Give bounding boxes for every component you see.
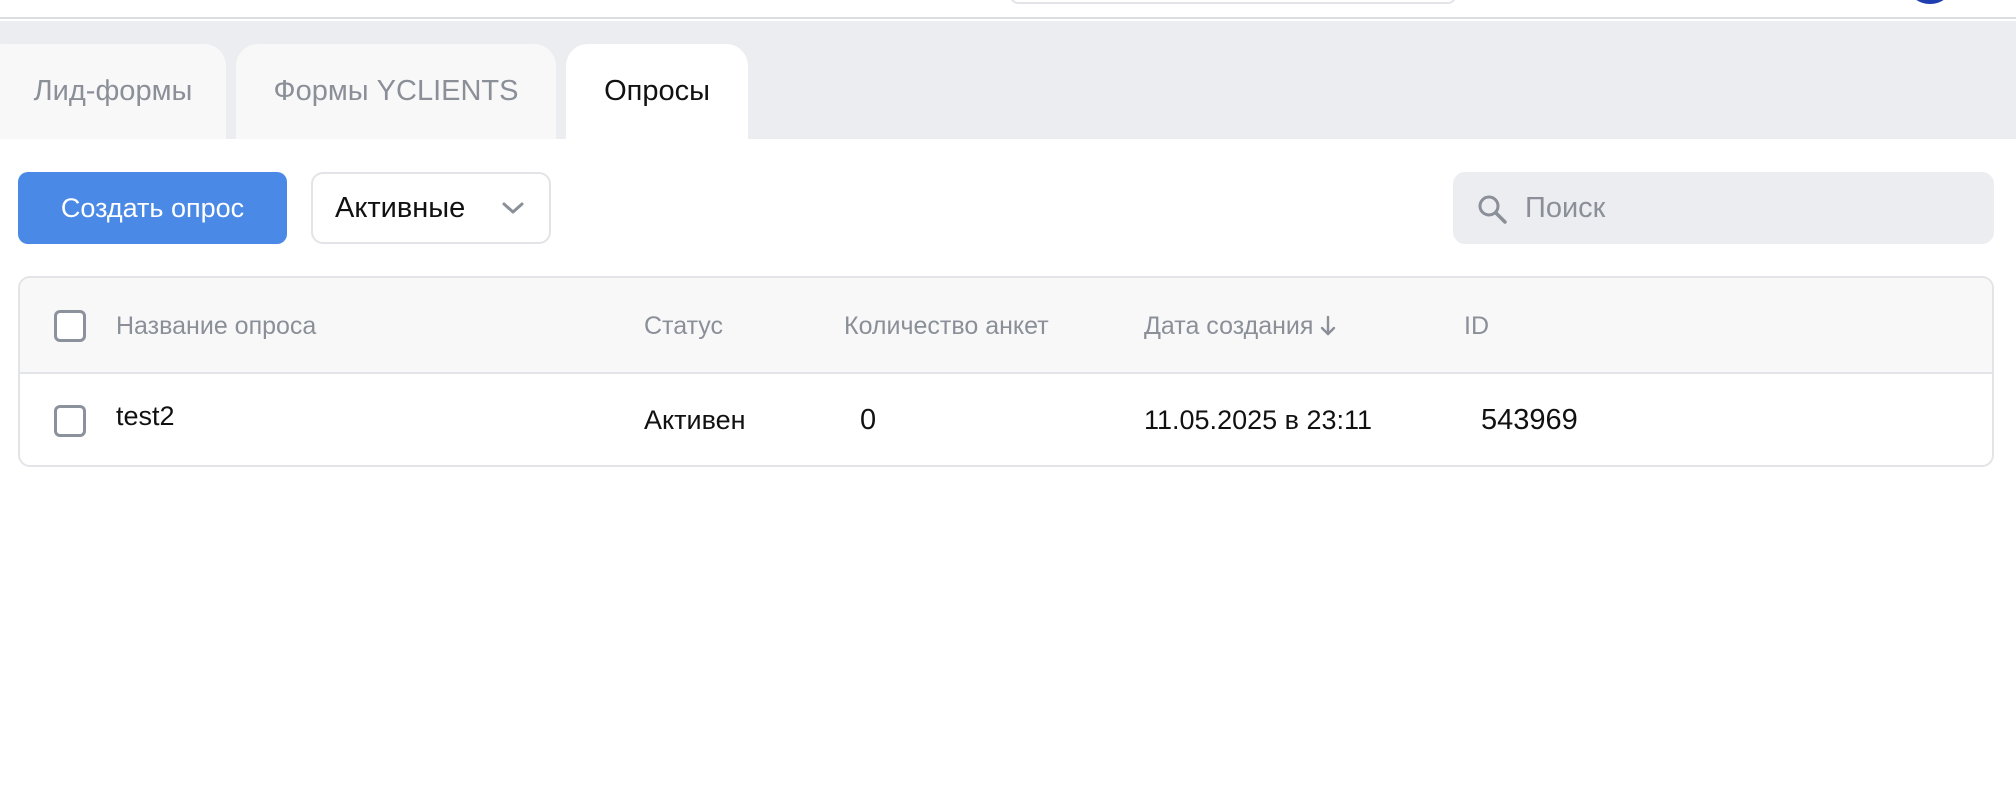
avatar[interactable]: [1910, 0, 1950, 4]
search-input[interactable]: [1525, 172, 1975, 244]
search-box: [1453, 172, 1994, 244]
down-arrow-icon: [1321, 315, 1336, 336]
row-checkbox[interactable]: [54, 405, 86, 437]
table-header: Название опроса Статус Количество анкет …: [20, 278, 1992, 374]
forms-tabs: Лид-формы Формы YCLIENTS Опросы: [0, 21, 2016, 139]
column-header-date[interactable]: Дата создания: [1144, 278, 1337, 374]
survey-count: 0: [860, 404, 877, 436]
column-header-id: ID: [1464, 311, 1489, 340]
chevron-down-icon: [502, 202, 524, 214]
table-row[interactable]: test2 Активен 0 11.05.2025 в 23:11 54396…: [20, 374, 1992, 465]
tab-label: Опросы: [604, 75, 710, 107]
surveys-table: Название опроса Статус Количество анкет …: [18, 276, 1994, 467]
select-all-checkbox[interactable]: [54, 310, 86, 342]
tab-yclients-forms[interactable]: Формы YCLIENTS: [236, 44, 556, 139]
tab-label: Лид-формы: [33, 75, 193, 107]
column-header-date-label: Дата создания: [1144, 311, 1314, 340]
column-header-status: Статус: [644, 311, 724, 340]
search-icon: [1478, 195, 1507, 224]
survey-date: 11.05.2025 в 23:11: [1144, 405, 1373, 435]
status-filter-value: Активные: [335, 191, 466, 224]
tab-surveys[interactable]: Опросы: [566, 44, 748, 139]
surveys-page: Лид-формы Формы YCLIENTS Опросы Создать …: [0, 0, 2016, 790]
create-survey-button[interactable]: Создать опрос: [18, 172, 287, 244]
column-header-name: Название опроса: [116, 311, 317, 340]
survey-name[interactable]: test2: [116, 370, 175, 463]
top-bar: [0, 0, 2016, 19]
tab-lead-forms[interactable]: Лид-формы: [0, 44, 226, 139]
status-filter-select[interactable]: Активные: [311, 172, 551, 244]
survey-id: 543969: [1481, 404, 1578, 436]
tab-label: Формы YCLIENTS: [273, 75, 519, 107]
column-header-count: Количество анкет: [844, 311, 1049, 340]
survey-status: Активен: [644, 405, 746, 435]
global-search-input[interactable]: [1010, 0, 1456, 4]
